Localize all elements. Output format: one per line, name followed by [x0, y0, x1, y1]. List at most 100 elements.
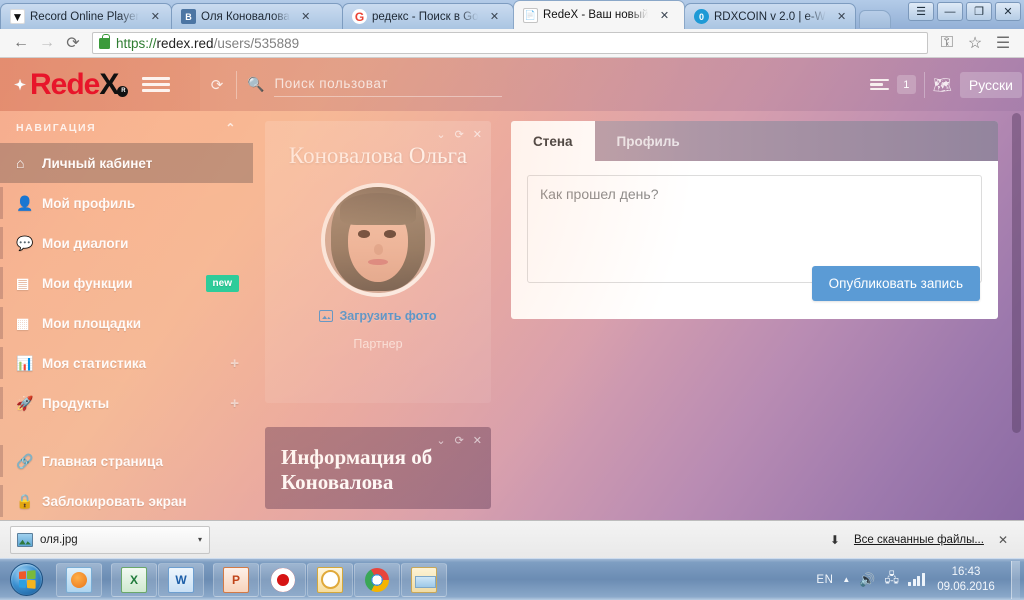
sidebar-navigation: НАВИГАЦИЯ ⌃ ⌂ Личный кабинет 👤 Мой профи…	[0, 111, 253, 520]
app-logo[interactable]: RedeX R	[0, 58, 200, 111]
sidebar-heading: НАВИГАЦИЯ ⌃	[0, 111, 253, 143]
tab-close-icon[interactable]: ✕	[657, 8, 671, 22]
sidebar-item-my-statistics[interactable]: 📊 Моя статистика +	[0, 343, 253, 383]
expand-plus-icon[interactable]: +	[230, 395, 239, 412]
browser-tab-3[interactable]: G редекс - Поиск в Go ✕	[342, 3, 514, 29]
info-panel-title: Информация об Коновалова	[281, 445, 433, 494]
new-tab-button[interactable]	[859, 10, 891, 28]
browser-tab-4-active[interactable]: 📄 RedeX - Ваш новый ✕	[513, 0, 685, 29]
bookmark-star-icon[interactable]: ☆	[962, 31, 988, 55]
sidebar-item-label: Заблокировать экран	[42, 493, 187, 509]
maximize-button[interactable]: ❐	[966, 2, 992, 21]
chrome-menu-icon[interactable]: ☰	[990, 31, 1016, 55]
show-hidden-icons-icon[interactable]: ▲	[842, 575, 850, 584]
chevron-up-icon[interactable]: ⌃	[225, 121, 237, 135]
url-path: /users/535889	[213, 35, 300, 51]
show-desktop-button[interactable]	[1011, 560, 1020, 599]
signal-strength-icon[interactable]	[908, 573, 926, 586]
logo-rede-text: Rede	[30, 67, 100, 101]
taskbar-microsoft-word[interactable]: W	[158, 562, 204, 597]
volume-icon[interactable]: 🔊	[859, 572, 875, 588]
all-downloads-link[interactable]: Все скачанные файлы...	[854, 534, 984, 546]
taskbar-microsoft-excel[interactable]: X	[111, 562, 157, 597]
sidebar-item-my-dialogs[interactable]: 💬 Мои диалоги	[0, 223, 253, 263]
sidebar-item-dashboard[interactable]: ⌂ Личный кабинет	[0, 143, 253, 183]
clock[interactable]: 16:43 09.06.2016	[935, 565, 997, 594]
input-language-indicator[interactable]: EN	[816, 574, 833, 586]
sidebar-item-label: Мой профиль	[42, 195, 136, 211]
refresh-icon[interactable]: ⟳	[200, 58, 234, 111]
language-button[interactable]: Русски	[959, 71, 1022, 98]
browser-tab-5[interactable]: 0 RDXCOIN v 2.0 | e-W ✕	[684, 3, 856, 29]
close-window-button[interactable]: ✕	[995, 2, 1021, 21]
close-icon[interactable]: ✕	[473, 434, 482, 447]
chevron-down-icon[interactable]: ⌄	[436, 434, 445, 447]
new-badge: new	[205, 274, 239, 292]
tab-wall[interactable]: Стена	[511, 121, 595, 161]
taskbar-opera-browser[interactable]	[260, 562, 306, 597]
taskbar-microsoft-powerpoint[interactable]: P	[213, 562, 259, 597]
browser-tab-title: Оля Коновалова	[201, 10, 290, 23]
chrome-icon	[364, 567, 390, 593]
close-download-bar-icon[interactable]: ✕	[998, 533, 1014, 547]
expand-plus-icon[interactable]: +	[230, 355, 239, 372]
chevron-down-icon[interactable]: ⌄	[436, 128, 445, 141]
back-button[interactable]: ←	[8, 31, 34, 55]
image-file-icon	[17, 532, 33, 547]
network-icon[interactable]: 🖧	[885, 569, 900, 591]
publish-post-button[interactable]: Опубликовать запись	[811, 266, 980, 301]
close-icon[interactable]: ✕	[473, 128, 482, 141]
forward-button[interactable]: →	[34, 31, 60, 55]
search-input[interactable]	[274, 72, 503, 97]
tab-close-icon[interactable]: ✕	[835, 10, 849, 24]
minimize-button[interactable]: —	[937, 2, 963, 21]
refresh-icon[interactable]: ⟳	[455, 434, 464, 447]
opera-icon	[270, 567, 296, 593]
language-flag-icon[interactable]: 🗺	[933, 76, 952, 94]
page-scrollbar[interactable]	[1012, 113, 1021, 433]
explorer-icon	[411, 566, 437, 593]
browser-tab-1[interactable]: ▼ Record Online Player ✕	[0, 3, 172, 29]
chevron-down-icon[interactable]: ▾	[195, 535, 205, 544]
sidebar-item-lock-screen[interactable]: 🔒 Заблокировать экран	[0, 481, 253, 520]
avatar[interactable]	[321, 182, 435, 297]
sidebar-item-my-functions[interactable]: ▤ Мои функции new	[0, 263, 253, 303]
tab-close-icon[interactable]: ✕	[487, 10, 501, 24]
sidebar-item-label: Главная страница	[42, 453, 163, 469]
tab-close-icon[interactable]: ✕	[299, 10, 313, 24]
sidebar-item-my-platforms[interactable]: ▦ Мои площадки	[0, 303, 253, 343]
sidebar-item-my-profile[interactable]: 👤 Мой профиль	[0, 183, 253, 223]
diamond-icon	[14, 78, 26, 91]
news-list-icon[interactable]	[869, 77, 889, 92]
taskbar-windows-media-player[interactable]	[56, 562, 102, 597]
refresh-icon[interactable]: ⟳	[455, 128, 464, 141]
home-icon: ⌂	[16, 155, 25, 171]
taskbar-microsoft-outlook[interactable]	[307, 562, 353, 597]
tab-profile[interactable]: Профиль	[595, 121, 702, 161]
browser-tab-title: редекс - Поиск в Go	[372, 10, 479, 23]
lock-icon: 🔒	[16, 492, 34, 509]
browser-tab-2[interactable]: B Оля Коновалова ✕	[171, 3, 343, 29]
taskbar-windows-explorer[interactable]	[401, 562, 447, 597]
system-tray: EN ▲ 🔊 🖧 16:43 09.06.2016	[816, 560, 1024, 599]
key-icon[interactable]: ⚿	[934, 31, 960, 55]
reload-button[interactable]: ⟳	[60, 31, 86, 55]
download-item[interactable]: оля.jpg ▾	[10, 525, 210, 554]
sidebar-toggle-button[interactable]	[142, 72, 171, 98]
lock-icon	[99, 34, 110, 49]
sidebar-item-label: Моя статистика	[42, 355, 147, 371]
browser-tab-title: RDXCOIN v 2.0 | e-W	[714, 10, 826, 23]
user-account-icon[interactable]: ☰	[908, 2, 934, 21]
news-badge[interactable]: 1	[896, 75, 916, 94]
taskbar-google-chrome[interactable]	[354, 562, 400, 597]
address-bar[interactable]: https://redex.red/users/535889	[92, 32, 928, 54]
sidebar-item-products[interactable]: 🚀 Продукты +	[0, 383, 253, 423]
start-button[interactable]	[2, 561, 50, 599]
header-divider-2	[923, 71, 925, 98]
info-panel-tools: ⌄ ⟳ ✕	[436, 434, 482, 447]
upload-photo-label: Загрузить фото	[339, 308, 437, 323]
tab-close-icon[interactable]: ✕	[148, 10, 162, 24]
word-icon: W	[168, 566, 194, 593]
upload-photo-link[interactable]: Загрузить фото	[279, 309, 477, 323]
sidebar-item-home-page[interactable]: 🔗 Главная страница	[0, 441, 253, 481]
